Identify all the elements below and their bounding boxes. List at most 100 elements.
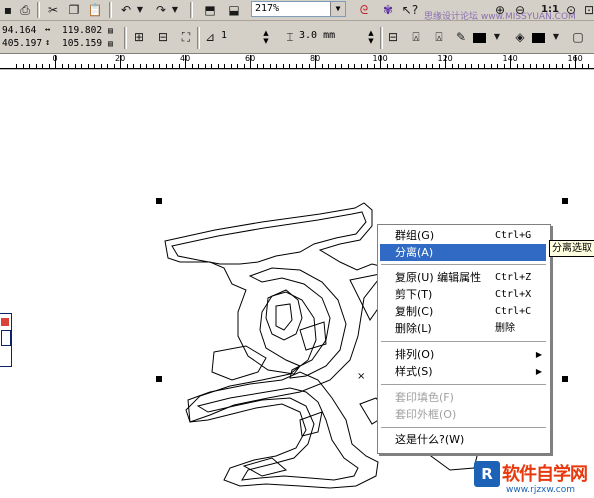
ruler-minor-tick [543, 64, 544, 68]
selection-handle-middle-left[interactable] [156, 376, 162, 382]
ruler-minor-tick [445, 64, 446, 68]
redo-dropdown-icon[interactable]: ▼ [167, 2, 183, 18]
save-icon[interactable]: ▪ [0, 2, 16, 18]
ruler-minor-tick [530, 64, 531, 68]
ruler-minor-tick [491, 64, 492, 68]
zoom-to-fit-icon[interactable]: ⊡ [581, 2, 594, 18]
ungroup-objects-icon[interactable]: ⊟ [155, 29, 171, 45]
ruler-minor-tick [309, 64, 310, 68]
ruler-minor-tick [289, 64, 290, 68]
start-arrowhead-icon[interactable]: ⍓ [408, 29, 424, 45]
tooltip: 分离选取 [549, 240, 594, 257]
ruler-minor-tick [55, 64, 56, 68]
zoom-level-combo[interactable]: 217% ▼ [251, 1, 346, 17]
end-arrowhead-icon[interactable]: ⍓ [431, 29, 447, 45]
selection-handle-top-left[interactable] [156, 198, 162, 204]
zoom-dropdown-icon[interactable]: ▼ [330, 2, 345, 16]
site-watermark: R 软件自学网 www.rjzxw.com [474, 461, 594, 498]
ruler-minor-tick [133, 64, 134, 68]
menu-item-styles[interactable]: 样式(S) ▶ [380, 363, 546, 380]
menu-item-undo[interactable]: 复原(U) 编辑属性 Ctrl+Z [380, 269, 546, 286]
export-icon[interactable]: ⬓ [226, 2, 242, 18]
rotation-field[interactable]: 1 [218, 28, 258, 46]
ruler-minor-tick [361, 64, 362, 68]
undo-dropdown-icon[interactable]: ▼ [132, 2, 148, 18]
ruler-minor-tick [406, 64, 407, 68]
ruler-minor-tick [497, 64, 498, 68]
ungroup-all-icon[interactable]: ⛶ [178, 29, 194, 45]
outline-color-dropdown-icon[interactable]: ▼ [489, 29, 505, 45]
cut-icon[interactable]: ✂ [45, 2, 61, 18]
toolbar-separator [380, 27, 383, 49]
menu-item-label: 这是什么?(W) [395, 433, 465, 446]
menu-item-overprint-outline[interactable]: 套印外框(O) [380, 406, 546, 423]
ruler-minor-tick [198, 64, 199, 68]
import-icon[interactable]: ⬒ [202, 2, 218, 18]
pen-icon[interactable]: ✎ [453, 29, 469, 45]
ruler-minor-tick [367, 64, 368, 68]
ruler-minor-tick [42, 64, 43, 68]
ruler-minor-tick [413, 64, 414, 68]
menu-item-overprint-fill[interactable]: 套印填色(F) [380, 389, 546, 406]
ruler-minor-tick [283, 64, 284, 68]
paste-icon[interactable]: 📋 [87, 2, 103, 18]
zoom-to-selection-icon[interactable]: ⊙ [563, 2, 579, 18]
height-value[interactable]: 105.159 [62, 38, 102, 49]
outline-color-swatch[interactable] [473, 33, 486, 43]
menu-item-label: 样式(S) [395, 365, 433, 378]
docker-window-fragment[interactable] [0, 313, 12, 367]
ruler-minor-tick [315, 64, 316, 68]
menu-item-order[interactable]: 排列(O) ▶ [380, 346, 546, 363]
menu-item-break-apart[interactable]: 分离(A) [380, 244, 546, 261]
x-position-value[interactable]: 94.164 [2, 25, 36, 36]
y-position-value[interactable]: 405.197 [2, 38, 42, 49]
ruler-minor-tick [140, 64, 141, 68]
zoom-one-to-one-icon[interactable]: 1:1 [541, 2, 559, 18]
width-value[interactable]: 119.802 [62, 25, 102, 36]
zoom-in-icon[interactable]: ⊕ [492, 2, 508, 18]
menu-item-delete[interactable]: 删除(L) 删除 [380, 320, 546, 337]
ruler-minor-tick [341, 64, 342, 68]
menu-item-group[interactable]: 群组(G) Ctrl+G [380, 227, 546, 244]
outline-width-field[interactable]: 3.0 mm [296, 28, 366, 46]
selection-handle-middle-right[interactable] [562, 376, 568, 382]
toolbar-separator [190, 2, 193, 18]
property-bar: 94.164 405.197 ↔ ↕ 119.802 105.159 ▤ ▤ ⊞… [0, 21, 594, 54]
toolbar-separator [37, 2, 40, 18]
toolbar-separator [197, 27, 200, 49]
group-objects-icon[interactable]: ⊞ [131, 29, 147, 45]
ruler-minor-tick [582, 64, 583, 68]
zoom-out-icon[interactable]: ⊖ [512, 2, 528, 18]
ruler-minor-tick [127, 64, 128, 68]
whats-this-icon[interactable]: ↖? [402, 2, 418, 18]
menu-item-copy[interactable]: 复制(C) Ctrl+C [380, 303, 546, 320]
fill-color-swatch[interactable] [532, 33, 545, 43]
ruler-minor-tick [88, 64, 89, 68]
ruler-minor-tick [75, 64, 76, 68]
copy-icon[interactable]: ❐ [66, 2, 82, 18]
application-launcher-icon[interactable]: ᘓ [356, 2, 372, 18]
ruler-minor-tick [270, 64, 271, 68]
ruler-label: 100 [372, 54, 388, 63]
zoom-level-value: 217% [255, 3, 280, 14]
close-icon[interactable] [1, 318, 9, 326]
outline-properties-icon[interactable]: ⊟ [385, 29, 401, 45]
outline-width-spinner-icon[interactable]: ▲ ▼ [366, 29, 376, 45]
corel-online-icon[interactable]: ✾ [380, 2, 396, 18]
ruler-minor-tick [452, 64, 453, 68]
fill-bucket-icon[interactable]: ◈ [512, 29, 528, 45]
ruler-minor-tick [335, 64, 336, 68]
options-icon[interactable]: ▢ [570, 29, 586, 45]
menu-item-whats-this[interactable]: 这是什么?(W) [380, 431, 546, 448]
rotation-spinner-icon[interactable]: ▲ ▼ [261, 29, 271, 45]
ruler-label: 20 [115, 54, 126, 63]
ruler-minor-tick [23, 64, 24, 68]
fill-color-dropdown-icon[interactable]: ▼ [548, 29, 564, 45]
menu-item-label: 复原(U) 编辑属性 [395, 271, 482, 284]
selection-handle-top-right[interactable] [562, 198, 568, 204]
menu-item-cut[interactable]: 剪下(T) Ctrl+X [380, 286, 546, 303]
ruler-minor-tick [146, 64, 147, 68]
print-icon[interactable]: ⎙ [17, 2, 33, 18]
ruler-minor-tick [510, 64, 511, 68]
ruler-minor-tick [588, 64, 589, 68]
